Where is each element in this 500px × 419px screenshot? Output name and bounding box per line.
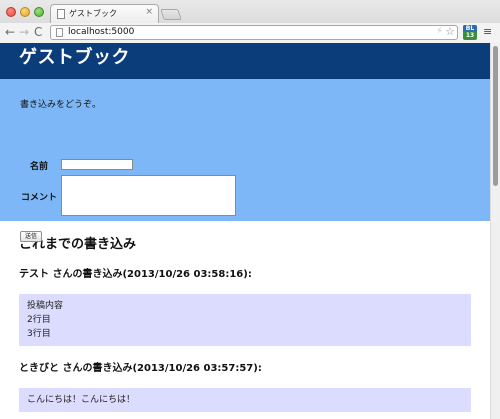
url-text[interactable]: localhost:5000 [68, 27, 134, 37]
comment-textarea[interactable] [61, 175, 236, 216]
entry-line: 2行目 [27, 315, 51, 325]
name-label: 名前 [30, 162, 49, 172]
page-icon [57, 9, 65, 19]
browser-toolbar: ← → C localhost:5000 ⚡ ☆ BL 13 ≡ [0, 23, 500, 43]
submit-button[interactable]: 送信 [20, 231, 42, 242]
page-icon [56, 28, 63, 37]
comment-label: コメント [21, 193, 58, 203]
lightning-icon: ⚡ [435, 26, 443, 37]
new-tab-button[interactable] [160, 9, 182, 20]
back-button[interactable]: ← [5, 25, 15, 39]
entry-heading: テスト さんの書き込み(2013/10/26 03:58:16): [19, 269, 252, 280]
close-tab-icon[interactable]: × [145, 7, 153, 17]
entry-line: 3行目 [27, 329, 51, 339]
minimize-window-icon[interactable] [20, 7, 30, 17]
entry-body: こんにちは！こんにちは！ [19, 388, 471, 412]
address-bar[interactable]: localhost:5000 ⚡ ☆ [50, 25, 458, 40]
extension-button[interactable]: BL 13 [463, 25, 477, 40]
scrollbar-thumb[interactable] [493, 46, 498, 186]
extension-badge-count: 13 [465, 32, 475, 39]
page-viewport: ゲストブック 書き込みをどうぞ。 名前 コメント 送信 これまでの書き込み テス… [0, 43, 490, 419]
form-intro: 書き込みをどうぞ。 [20, 100, 102, 110]
page-title: ゲストブック [19, 47, 130, 68]
bookmark-star-icon[interactable]: ☆ [445, 25, 455, 38]
entries-heading: これまでの書き込み [19, 237, 137, 252]
name-input[interactable] [61, 159, 133, 170]
zoom-window-icon[interactable] [34, 7, 44, 17]
reload-button[interactable]: C [34, 25, 42, 39]
vertical-scrollbar[interactable] [490, 43, 500, 419]
entry-line: こんにちは！こんにちは！ [27, 395, 136, 405]
tab-title: ゲストブック [69, 9, 117, 18]
forward-button[interactable]: → [19, 25, 29, 39]
menu-icon[interactable]: ≡ [483, 26, 492, 38]
extension-badge-top: BL [463, 25, 477, 32]
guestbook-form: 書き込みをどうぞ。 名前 コメント 送信 [0, 79, 490, 242]
browser-chrome: ゲストブック × ← → C localhost:5000 ⚡ ☆ BL 13 … [0, 0, 500, 43]
entry-line: 投稿内容 [27, 301, 64, 311]
entry-body: 投稿内容 2行目 3行目 [19, 294, 471, 346]
close-window-icon[interactable] [6, 7, 16, 17]
browser-tab[interactable]: ゲストブック × [50, 4, 159, 23]
entries-section: これまでの書き込み テスト さんの書き込み(2013/10/26 03:58:1… [0, 233, 490, 412]
entry-heading: ときびと さんの書き込み(2013/10/26 03:57:57): [19, 363, 262, 374]
site-header: ゲストブック [0, 43, 490, 79]
